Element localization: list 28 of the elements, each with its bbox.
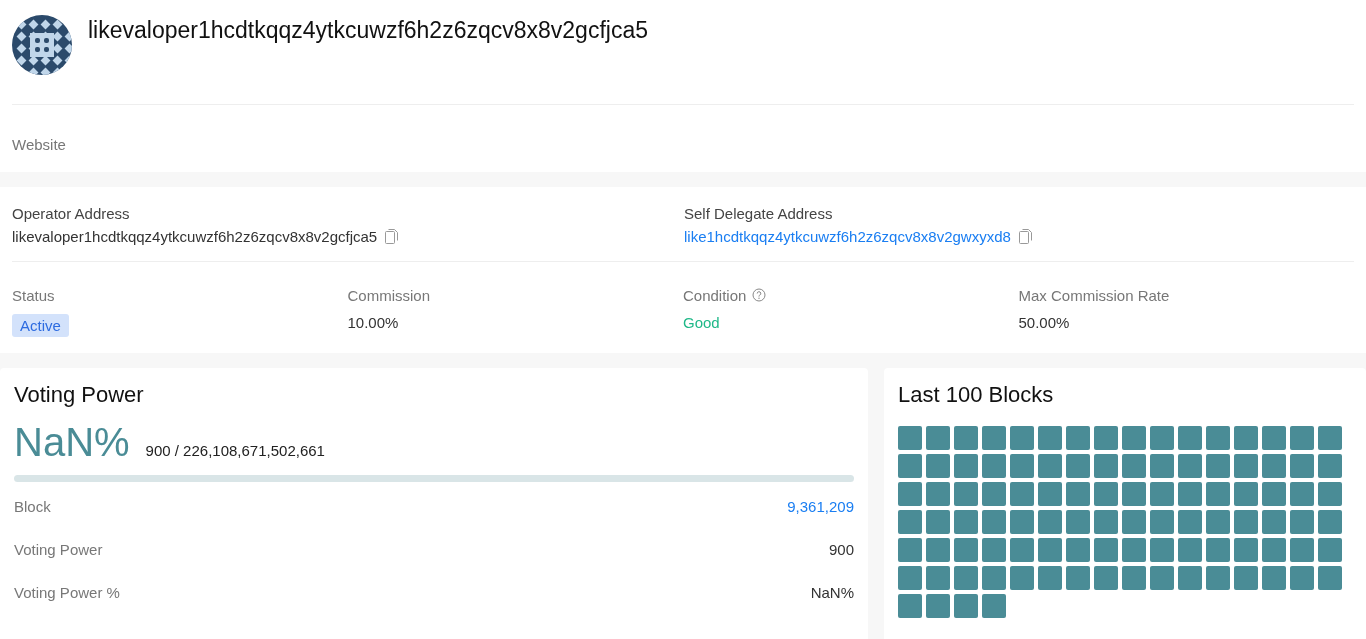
copy-icon[interactable]	[1018, 229, 1032, 244]
stat-value: 50.00%	[1018, 314, 1071, 331]
help-icon[interactable]	[752, 288, 767, 302]
address-link[interactable]: like1hcdtkqqz4ytkcuwzf6h2z6zqcv8x8v2gwxyxd8	[684, 228, 1011, 245]
row-label: Voting Power %	[14, 584, 120, 603]
block-link[interactable]: 9,361,209	[787, 498, 854, 525]
stat-label: Status	[12, 286, 55, 304]
address-label: Operator Address	[12, 205, 131, 222]
validator-title: likevaloper1hcdtkqqz4ytkcuwzf6h2z6zqcv8x8v2gcfjca5	[88, 16, 648, 45]
address-value: likevaloper1hcdtkqqz4ytkcuwzf6h2z6zqcv8x8v2gcfjca5	[12, 228, 378, 245]
row-label: Block	[14, 498, 51, 517]
row-value: 900	[828, 541, 854, 560]
address-label: Self Delegate Address	[684, 205, 834, 222]
card-title: Voting Power	[14, 382, 145, 408]
avatar-icon	[12, 15, 72, 75]
card-title: Last 100 Blocks	[898, 382, 1055, 408]
voting-power-ratio: 900 / 226,108,671,502,661	[145, 442, 325, 459]
stat-value: Good	[683, 314, 721, 331]
stat-label: Condition	[683, 286, 747, 304]
stat-label: Max Commission Rate	[1018, 286, 1170, 304]
voting-power-percent: NaN%	[14, 420, 130, 465]
status-badge: Active	[12, 314, 69, 337]
row-value: NaN%	[810, 584, 854, 603]
stat-label: Commission	[347, 286, 430, 304]
row-label: Voting Power	[14, 541, 103, 560]
stat-value: 10.00%	[347, 314, 400, 331]
copy-icon[interactable]	[385, 229, 399, 244]
website-label: Website	[12, 136, 67, 153]
